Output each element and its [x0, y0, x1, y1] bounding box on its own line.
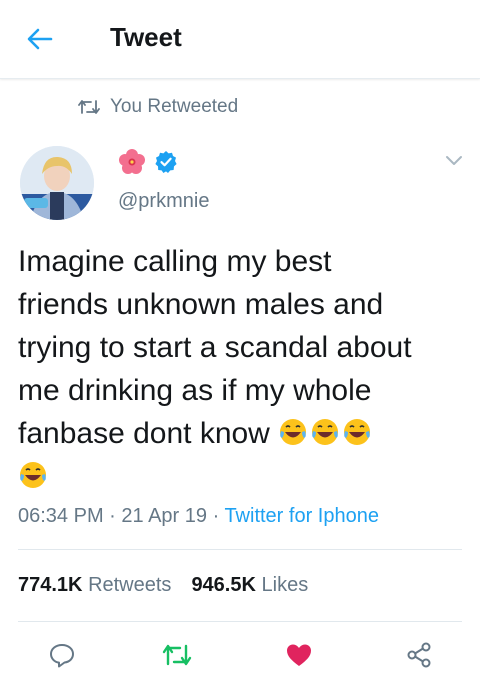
retweet-context: You Retweeted	[78, 96, 238, 118]
tweet-stats: 774.1K Retweets 946.5K Likes	[18, 574, 308, 597]
retweet-icon	[162, 644, 192, 666]
top-bar: Tweet	[0, 0, 480, 79]
tweet-text: Imagine calling my best friends unknown …	[18, 240, 466, 498]
back-button[interactable]	[22, 22, 58, 56]
likes-stat[interactable]: 946.5K Likes	[191, 574, 308, 597]
laughing-emoji-icon	[280, 419, 307, 445]
reply-icon	[50, 644, 74, 668]
tweet-time: 06:34 PM	[18, 505, 104, 527]
laughing-emoji-group	[278, 417, 374, 450]
author-handle[interactable]: @prkmnie	[118, 190, 209, 213]
action-bar	[0, 635, 480, 675]
share-button[interactable]	[403, 639, 435, 671]
share-icon	[407, 642, 431, 668]
meta-separator: ·	[109, 505, 122, 527]
page-title: Tweet	[110, 22, 182, 52]
more-options-button[interactable]	[442, 150, 466, 170]
retweets-count: 774.1K	[18, 574, 83, 596]
tweet-line-with-emoji: fanbase dont know	[18, 412, 466, 455]
retweet-context-label: You Retweeted	[110, 96, 239, 117]
heart-icon	[287, 644, 311, 666]
retweet-icon	[78, 100, 100, 114]
tweet-line: me drinking as if my whole	[18, 374, 372, 407]
tweet-line: fanbase dont know	[18, 417, 270, 450]
tweet-date: 21 Apr 19	[121, 505, 208, 527]
tweet-line: friends unknown males and	[18, 288, 384, 321]
tweet-meta: 06:34 PM · 21 Apr 19 · Twitter for Iphon…	[18, 505, 379, 528]
reply-button[interactable]	[46, 639, 78, 671]
flower-icon	[119, 149, 145, 174]
likes-label: Likes	[261, 574, 309, 596]
retweets-label: Retweets	[88, 574, 172, 596]
laughing-emoji-icon	[344, 419, 371, 445]
retweets-stat[interactable]: 774.1K Retweets	[18, 574, 171, 597]
tweet-line: Imagine calling my best	[18, 245, 332, 278]
tweet-source-link[interactable]: Twitter for Iphone	[224, 505, 379, 527]
laughing-emoji-icon	[312, 419, 339, 445]
avatar[interactable]	[20, 146, 94, 220]
verified-badge-icon	[155, 151, 177, 173]
author-name-row[interactable]	[118, 148, 178, 176]
back-arrow-icon	[27, 28, 53, 50]
retweet-button[interactable]	[161, 639, 193, 671]
like-button[interactable]	[283, 639, 315, 671]
laughing-emoji-icon	[20, 462, 46, 488]
meta-separator: ·	[212, 505, 225, 527]
divider	[18, 549, 462, 550]
likes-count: 946.5K	[191, 574, 256, 596]
tweet-line-emoji	[18, 455, 466, 498]
divider	[18, 621, 462, 622]
chevron-down-icon	[446, 156, 462, 165]
tweet-line: trying to start a scandal about	[18, 331, 412, 364]
